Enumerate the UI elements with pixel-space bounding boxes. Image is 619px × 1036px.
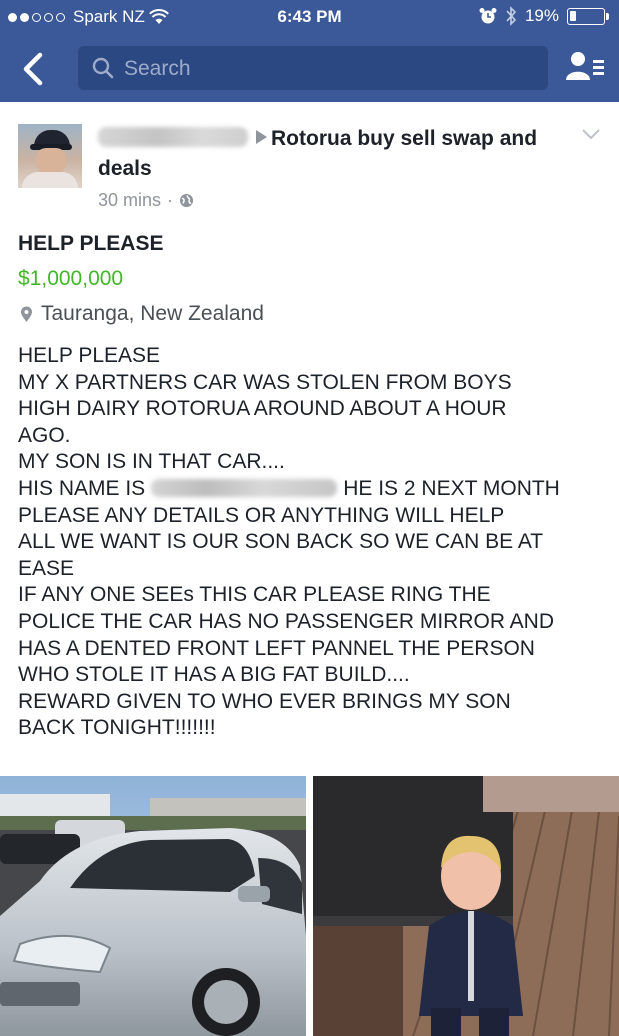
meta-separator: · <box>167 190 174 210</box>
body-line: WHO STOLE IT HAS A BIG FAT BUILD.... <box>18 663 410 687</box>
battery-percent: 19% <box>524 6 559 25</box>
body-line: HAS A DENTED FRONT LEFT PANNEL THE PERSO… <box>18 636 535 660</box>
body-line: HIS NAME IS HE IS 2 NEXT MONTH <box>18 476 608 503</box>
arrow-right-icon <box>256 130 267 144</box>
post-author-line: Rotorua buy sell swap and deals <box>98 124 568 184</box>
post-body: HELP PLEASE MY X PARTNERS CAR WAS STOLEN… <box>18 343 608 742</box>
child-photo-image <box>313 776 619 1036</box>
listing-price: $1,000,000 <box>18 267 124 290</box>
body-line: ALL WE WANT IS OUR SON BACK SO WE CAN BE… <box>18 530 544 554</box>
bluetooth-icon <box>506 6 517 26</box>
status-bar: Spark NZ 6:43 PM 19% <box>0 0 619 36</box>
status-right: 19% <box>479 6 609 26</box>
post-options-chevron-icon[interactable] <box>581 128 601 140</box>
body-text: HE IS 2 NEXT MONTH <box>343 476 560 500</box>
body-line: HELP PLEASE <box>18 344 161 367</box>
search-icon <box>92 57 114 79</box>
listing-location: Tauranga, New Zealand <box>20 302 264 326</box>
child-photo[interactable] <box>313 776 619 1036</box>
body-line: MY SON IS IN THAT CAR.... <box>18 450 285 474</box>
search-input[interactable] <box>122 53 526 85</box>
friends-list-icon[interactable] <box>565 50 605 84</box>
location-pin-icon <box>21 306 32 322</box>
car-photo[interactable] <box>0 776 306 1036</box>
globe-icon <box>179 193 194 208</box>
body-line: MY X PARTNERS CAR WAS STOLEN FROM BOYS <box>18 370 512 394</box>
body-line: EASE <box>18 556 75 580</box>
author-avatar[interactable] <box>18 124 82 188</box>
battery-level-fill <box>570 10 576 21</box>
search-bar[interactable] <box>78 46 548 90</box>
navigation-bar <box>0 36 619 102</box>
body-text: HIS NAME IS <box>18 476 146 500</box>
back-chevron-icon[interactable] <box>18 52 48 86</box>
body-line: HIGH DAIRY ROTORUA AROUND ABOUT A HOUR <box>18 397 507 421</box>
body-line: POLICE THE CAR HAS NO PASSENGER MIRROR A… <box>18 609 554 633</box>
blurred-author-name[interactable] <box>98 127 248 147</box>
body-line: PLEASE ANY DETAILS OR ANYTHING WILL HELP <box>18 503 505 527</box>
body-line: REWARD GIVEN TO WHO EVER BRINGS MY SON <box>18 689 511 713</box>
body-line: AGO. <box>18 423 71 447</box>
listing-title: HELP PLEASE <box>18 232 164 255</box>
location-text[interactable]: Tauranga, New Zealand <box>41 302 264 326</box>
body-line: IF ANY ONE SEEs THIS CAR PLEASE RING THE <box>18 583 491 607</box>
post-meta: 30 mins · <box>98 190 194 211</box>
car-photo-image <box>0 776 306 1036</box>
post-time[interactable]: 30 mins <box>98 190 161 211</box>
alarm-icon <box>479 8 497 24</box>
battery-icon <box>567 7 609 25</box>
body-line: BACK TONIGHT!!!!!!! <box>18 716 216 740</box>
blurred-child-name <box>151 478 338 497</box>
